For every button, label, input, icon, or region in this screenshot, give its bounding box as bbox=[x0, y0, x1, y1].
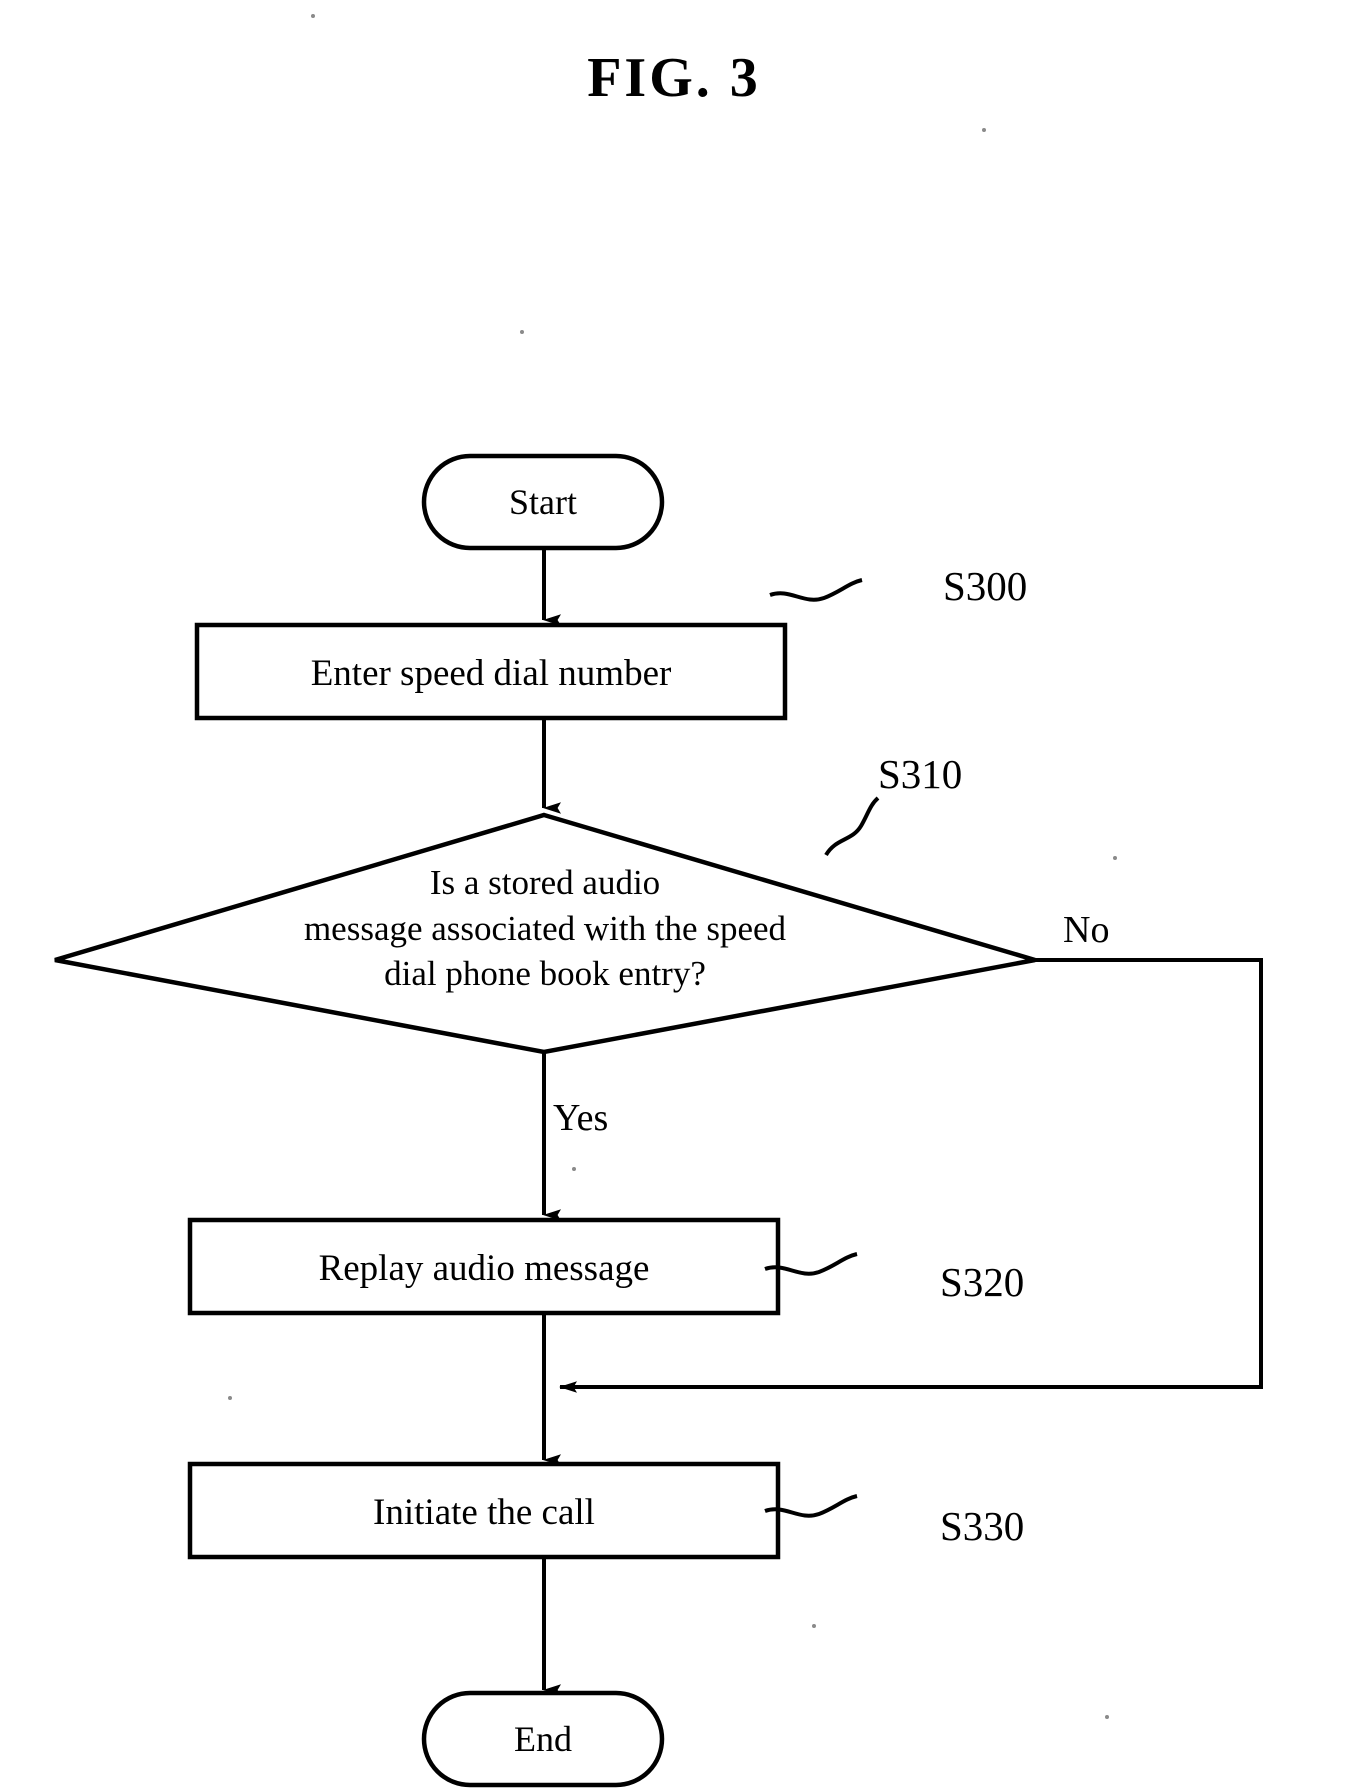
flowchart-canvas bbox=[54, 453, 1263, 1788]
ref-label-s310: S310 bbox=[878, 751, 963, 797]
node-s300-shape bbox=[194, 622, 788, 721]
node-s310-shape bbox=[54, 812, 1036, 1055]
node-start-shape bbox=[421, 453, 665, 551]
scan-speck bbox=[812, 1624, 816, 1628]
leader-s300 bbox=[769, 578, 863, 602]
scan-speck bbox=[520, 330, 524, 334]
node-s330-shape bbox=[187, 1461, 781, 1560]
branch-label-yes: Yes bbox=[553, 1097, 609, 1139]
branch-label-no: No bbox=[1063, 909, 1110, 951]
figure-root: FIG. 3 Start Enter speed dial number S30… bbox=[0, 0, 1348, 1789]
leader-s310 bbox=[824, 796, 880, 857]
ref-label-s300: S300 bbox=[943, 563, 1028, 609]
scan-speck bbox=[311, 14, 315, 18]
scan-speck bbox=[1105, 1715, 1109, 1719]
scan-speck bbox=[572, 1167, 576, 1171]
ref-label-s320: S320 bbox=[940, 1259, 1025, 1305]
scan-speck bbox=[228, 1396, 232, 1400]
scan-speck bbox=[982, 128, 986, 132]
scan-speck bbox=[1113, 856, 1117, 860]
node-end-shape bbox=[421, 1690, 665, 1788]
node-s320-shape bbox=[187, 1217, 781, 1316]
ref-label-s330: S330 bbox=[940, 1503, 1025, 1549]
